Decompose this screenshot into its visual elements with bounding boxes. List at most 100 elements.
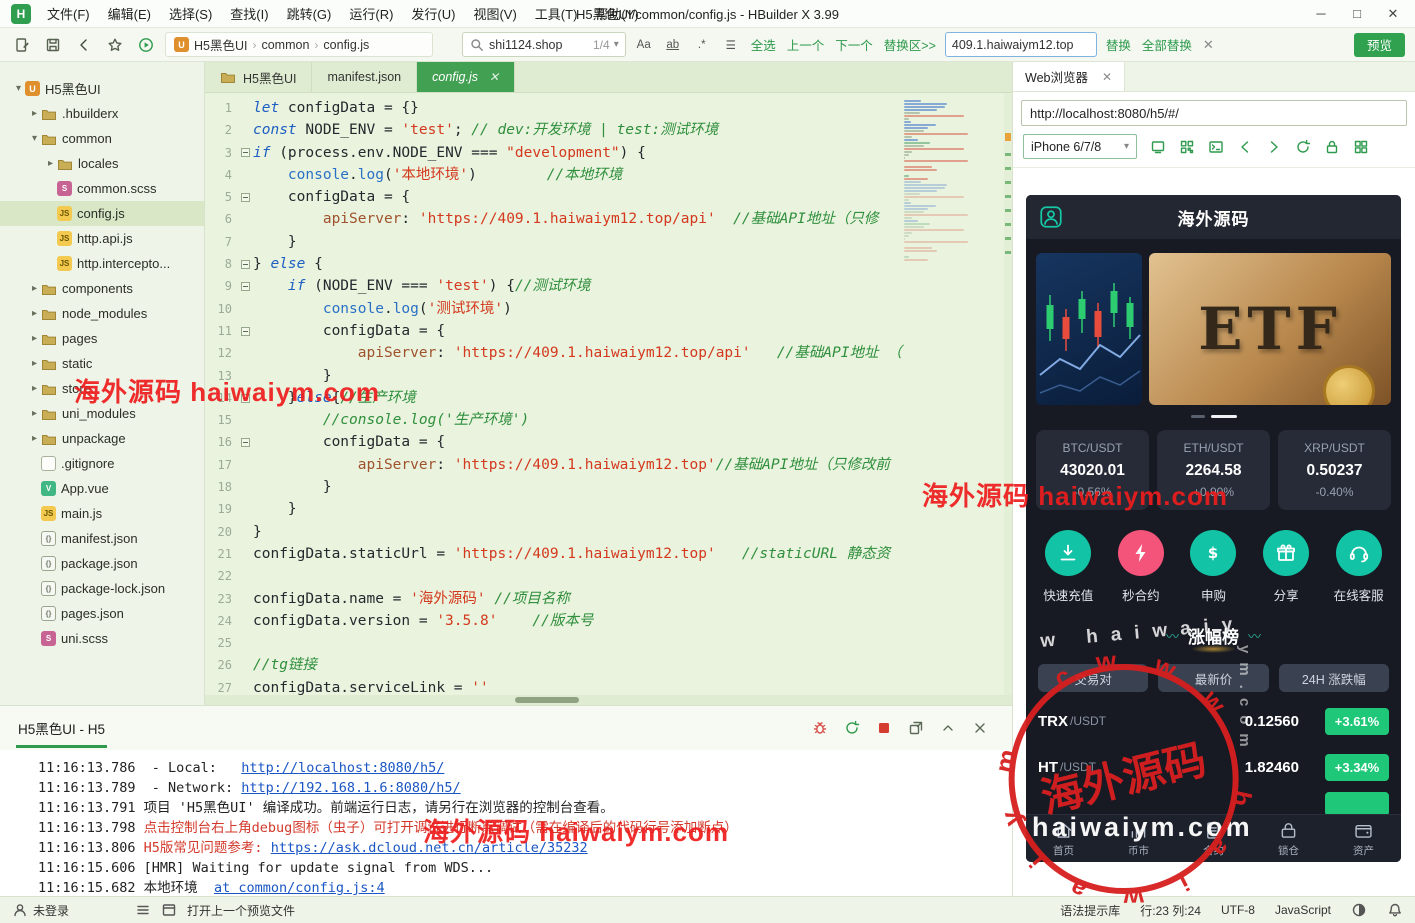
- code-line-26[interactable]: 26//tg链接: [205, 654, 1012, 676]
- tree-item-store[interactable]: ▸ store: [0, 376, 204, 401]
- tree-item-.gitignore[interactable]: .gitignore: [0, 451, 204, 476]
- close-icon[interactable]: ✕: [1375, 2, 1411, 26]
- menu-item-9[interactable]: 帮助(Y): [586, 0, 647, 27]
- search-input[interactable]: [489, 37, 589, 52]
- console-link[interactable]: https://ask.dcloud.net.cn/article/35232: [271, 840, 588, 856]
- scroll-annotations[interactable]: [1004, 93, 1012, 695]
- tree-item-node_modules[interactable]: ▸ node_modules: [0, 301, 204, 326]
- replace-input[interactable]: [951, 37, 1090, 52]
- breadcrumb-item-2[interactable]: config.js: [323, 38, 369, 52]
- tree-item-uni_modules[interactable]: ▸ uni_modules: [0, 401, 204, 426]
- code-line-11[interactable]: 11 configData = {: [205, 320, 1012, 342]
- close-search-icon[interactable]: ✕: [1201, 37, 1216, 53]
- menu-item-2[interactable]: 选择(S): [160, 0, 221, 27]
- console-link[interactable]: http://localhost:8080/h5/: [241, 760, 444, 776]
- tree-item-manifest.json[interactable]: {} manifest.json: [0, 526, 204, 551]
- favorite-star-icon[interactable]: [103, 33, 127, 57]
- breadcrumb-item-1[interactable]: common: [261, 38, 309, 52]
- menu-item-recharge[interactable]: 快速充值: [1032, 530, 1105, 604]
- tree-item-pages.json[interactable]: {} pages.json: [0, 601, 204, 626]
- replace-button[interactable]: 替换: [1104, 33, 1133, 56]
- nav-item-assets[interactable]: 资产: [1326, 815, 1401, 862]
- tree-item-unpackage[interactable]: ▸ unpackage: [0, 426, 204, 451]
- code-line-4[interactable]: 4 console.log('本地环境') //本地环境: [205, 164, 1012, 186]
- run-icon[interactable]: [134, 33, 158, 57]
- fold-icon[interactable]: [240, 438, 250, 448]
- open-prev-preview[interactable]: 打开上一个预览文件: [187, 902, 295, 919]
- restart-icon[interactable]: [844, 720, 860, 736]
- user-profile-icon[interactable]: [1038, 204, 1064, 230]
- regex-icon[interactable]: .*: [691, 34, 713, 56]
- notification-bell-icon[interactable]: [1387, 902, 1403, 918]
- fold-icon[interactable]: [240, 282, 250, 292]
- code-line-21[interactable]: 21 configData.staticUrl = 'https://409.1.…: [205, 543, 1012, 565]
- filter-tab-0[interactable]: 交易对: [1038, 664, 1149, 692]
- code-line-10[interactable]: 10 console.log('测试环境'): [205, 298, 1012, 320]
- menu-item-3[interactable]: 查找(I): [221, 0, 277, 27]
- code-line-1[interactable]: 1 let configData = {}: [205, 97, 1012, 119]
- menu-item-1[interactable]: 编辑(E): [99, 0, 160, 27]
- lock-icon[interactable]: [1324, 139, 1340, 155]
- banner-carousel[interactable]: ETF: [1026, 239, 1401, 405]
- code-line-15[interactable]: 15 //console.log('生产环境'): [205, 409, 1012, 431]
- menu-item-0[interactable]: 文件(F): [38, 0, 99, 27]
- code-line-3[interactable]: 3 if (process.env.NODE_ENV === "developme…: [205, 142, 1012, 164]
- horizontal-scrollbar[interactable]: [205, 695, 1012, 705]
- menu-item-seconds[interactable]: 秒合约: [1105, 530, 1178, 604]
- preview-button[interactable]: 预览: [1353, 32, 1405, 57]
- code-line-14[interactable]: 14 }else{//生产环境: [205, 387, 1012, 409]
- tree-item-package.json[interactable]: {} package.json: [0, 551, 204, 576]
- market-row-trx[interactable]: TRX /USDT 0.12560 +3.61%: [1038, 698, 1389, 744]
- console-link[interactable]: http://192.168.1.6:8080/h5/: [241, 780, 460, 796]
- fold-icon[interactable]: [240, 259, 250, 269]
- screenshot-icon[interactable]: [1150, 139, 1166, 155]
- editor-tab-manifest.json[interactable]: manifest.json: [312, 62, 418, 92]
- menu-item-subscribe[interactable]: $ 申购: [1177, 530, 1250, 604]
- code-area[interactable]: 1 let configData = {} 2 const NODE_ENV = 't…: [205, 93, 1012, 695]
- code-line-17[interactable]: 17 apiServer: 'https://409.1.haiwaiym12.…: [205, 454, 1012, 476]
- tree-item-pages[interactable]: ▸ pages: [0, 326, 204, 351]
- device-select[interactable]: iPhone 6/7/8 ▾: [1023, 134, 1137, 159]
- window-icon[interactable]: [161, 902, 177, 918]
- code-line-16[interactable]: 16 configData = {: [205, 431, 1012, 453]
- code-line-27[interactable]: 27 configData.serviceLink = '': [205, 677, 1012, 695]
- menu-item-5[interactable]: 运行(R): [340, 0, 402, 27]
- refresh-icon[interactable]: [1295, 139, 1311, 155]
- code-line-2[interactable]: 2 const NODE_ENV = 'test'; // dev:开发环境 | …: [205, 119, 1012, 141]
- nav-item-contract[interactable]: 合约: [1176, 815, 1251, 862]
- menu-item-share[interactable]: 分享: [1250, 530, 1323, 604]
- market-row-ht[interactable]: HT /USDT 1.82460 +3.34%: [1038, 744, 1389, 790]
- tree-item-config.js[interactable]: JS config.js: [0, 201, 204, 226]
- tree-item-common[interactable]: ▾ common: [0, 126, 204, 151]
- editor-tab-h5-ui[interactable]: H5黑色UI: [205, 62, 313, 92]
- code-line-20[interactable]: 20}: [205, 521, 1012, 543]
- collapse-panel-icon[interactable]: [940, 720, 956, 736]
- prev-match-button[interactable]: 上一个: [785, 33, 827, 56]
- save-icon[interactable]: [41, 33, 65, 57]
- qr-code-icon[interactable]: [1179, 139, 1195, 155]
- syntax-lib[interactable]: 语法提示库: [1060, 902, 1120, 919]
- url-input[interactable]: [1030, 105, 1398, 121]
- grid-icon[interactable]: [1353, 139, 1369, 155]
- select-all-button[interactable]: 全选: [749, 33, 778, 56]
- next-match-button[interactable]: 下一个: [833, 33, 875, 56]
- console-link[interactable]: at common/config.js:4: [214, 880, 385, 896]
- replace-zone-toggle[interactable]: 替换区>>: [882, 33, 938, 56]
- menu-item-7[interactable]: 视图(V): [464, 0, 525, 27]
- list-icon[interactable]: [135, 902, 151, 918]
- code-line-12[interactable]: 12 apiServer: 'https://409.1.haiwaiym12.…: [205, 342, 1012, 364]
- fold-icon[interactable]: [240, 192, 250, 202]
- menu-item-service[interactable]: 在线客服: [1322, 530, 1395, 604]
- replace-all-button[interactable]: 全部替换: [1140, 33, 1194, 56]
- code-line-5[interactable]: 5 configData = {: [205, 186, 1012, 208]
- encoding[interactable]: UTF-8: [1221, 903, 1255, 917]
- tree-item-static[interactable]: ▸ static: [0, 351, 204, 376]
- tree-item-http.api.js[interactable]: JS http.api.js: [0, 226, 204, 251]
- tree-item-components[interactable]: ▸ components: [0, 276, 204, 301]
- nav-item-market[interactable]: 币市: [1101, 815, 1176, 862]
- code-line-13[interactable]: 13 }: [205, 365, 1012, 387]
- fold-icon[interactable]: [240, 326, 250, 336]
- code-line-25[interactable]: 25: [205, 632, 1012, 654]
- fold-icon[interactable]: [240, 393, 250, 403]
- console-tab[interactable]: H5黑色UI - H5: [16, 708, 108, 748]
